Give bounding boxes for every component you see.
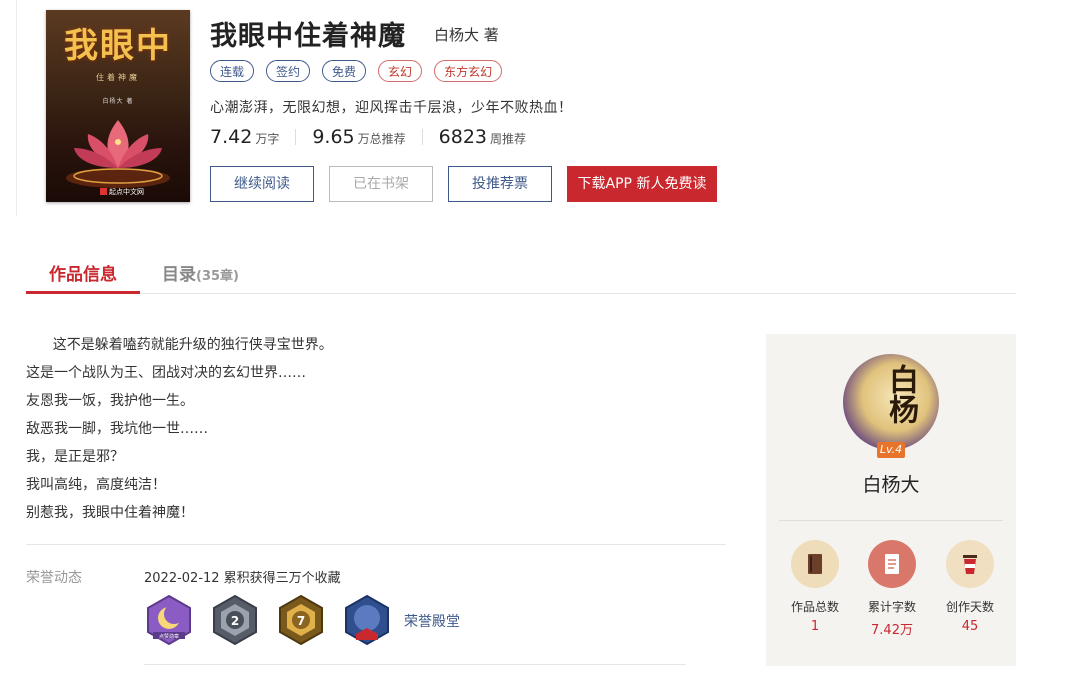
- author-avatar[interactable]: 白杨: [843, 354, 939, 450]
- author-stat-words: 累计字数 7.42万: [852, 540, 932, 638]
- cover-title: 我眼中: [64, 26, 172, 66]
- book-description: 这不是躲着嗑药就能升级的独行侠寻宝世界。 这是一个战队为王、团战对决的玄幻世界……: [26, 331, 726, 527]
- stat-label: 创作天数: [945, 600, 994, 614]
- svg-text:2: 2: [231, 614, 239, 628]
- left-divider: [16, 0, 17, 216]
- tag-signed[interactable]: 签约: [266, 60, 311, 82]
- on-shelf-button[interactable]: 已在书架: [329, 166, 433, 202]
- stat-word-count: 7.42 万字: [210, 126, 279, 148]
- honor-badges: 点赞勋章 2 7: [144, 594, 392, 646]
- svg-text:点赞勋章: 点赞勋章: [159, 633, 179, 640]
- moon-badge-icon[interactable]: 点赞勋章: [144, 594, 194, 646]
- tag-eastern-fantasy[interactable]: 东方玄幻: [434, 60, 503, 82]
- active-tab-indicator: [26, 291, 140, 294]
- book-intro: 心潮澎湃，无限幻想，迎风挥击千层浪，少年不败热血！: [210, 100, 573, 116]
- stat-value: 45: [961, 619, 979, 634]
- author-name[interactable]: 白杨大: [766, 470, 1016, 497]
- stat-value: 9.65: [312, 126, 355, 148]
- description-line: 敌恶我一脚，我坑他一世……: [26, 421, 208, 437]
- tab-toc-label: 目录: [162, 265, 196, 285]
- description-line: 我叫高纯，高度纯洁！: [26, 477, 166, 493]
- cover-subtitle: 住着神魔: [96, 73, 140, 82]
- tag-list: 连载 签约 免费 玄幻 东方玄幻: [210, 60, 503, 82]
- stat-value: 1: [810, 619, 820, 634]
- stat-label: 累计字数: [867, 600, 916, 614]
- rank-7-badge-icon[interactable]: 7: [276, 594, 326, 646]
- tab-toc-count: (35章): [196, 269, 239, 284]
- tag-fantasy[interactable]: 玄幻: [378, 60, 423, 82]
- stat-unit: 周推荐: [490, 132, 527, 146]
- tab-book-info[interactable]: 作品信息: [26, 260, 140, 285]
- stat-total-recommend: 9.65 万总推荐: [312, 126, 405, 148]
- book-icon: [791, 540, 839, 588]
- stat-weekly-recommend: 6823 周推荐: [439, 126, 526, 148]
- author-stat-works: 作品总数 1: [775, 540, 855, 634]
- continue-reading-button[interactable]: 继续阅读: [210, 166, 314, 202]
- description-line: 这不是躲着嗑药就能升级的独行侠寻宝世界。: [26, 337, 333, 353]
- vote-recommend-button[interactable]: 投推荐票: [448, 166, 552, 202]
- section-divider: [26, 544, 726, 545]
- author-stat-days: 创作天数 45: [930, 540, 1010, 634]
- panel-divider: [779, 520, 1003, 521]
- tab-divider: [26, 293, 1016, 294]
- honor-label: 荣誉动态: [26, 570, 82, 586]
- author-link[interactable]: 白杨大 著: [434, 24, 499, 45]
- lotus-illustration: [66, 120, 170, 188]
- author-level-badge: Lv.4: [877, 442, 905, 458]
- tag-serializing[interactable]: 连载: [210, 60, 255, 82]
- document-icon: [868, 540, 916, 588]
- cover-publisher: 起点中文网: [100, 187, 144, 197]
- book-stats: 7.42 万字 9.65 万总推荐 6823 周推荐: [210, 126, 526, 148]
- description-line: 友恩我一饭，我护他一生。: [26, 393, 194, 409]
- book-cover[interactable]: 我眼中 住着神魔 白杨大 著 起点中文网: [46, 10, 190, 202]
- honor-entry: 2022-02-12 累积获得三万个收藏: [144, 571, 341, 586]
- stat-unit: 万总推荐: [357, 132, 406, 146]
- coffee-cup-icon: [946, 540, 994, 588]
- description-line: 我，是正是邪？: [26, 449, 124, 465]
- stat-divider: [295, 129, 297, 145]
- tag-free[interactable]: 免费: [322, 60, 367, 82]
- tab-table-of-contents[interactable]: 目录(35章): [162, 260, 239, 285]
- mascot-badge-icon[interactable]: [342, 594, 392, 646]
- honor-divider: [144, 664, 686, 665]
- description-line: 这是一个战队为王、团战对决的玄幻世界……: [26, 365, 306, 381]
- avatar-text: 白杨: [883, 364, 918, 424]
- stat-value: 7.42万: [871, 623, 913, 638]
- stat-divider: [421, 129, 423, 145]
- honor-hall-link[interactable]: 荣誉殿堂: [404, 611, 460, 631]
- stat-value: 7.42: [210, 126, 253, 148]
- stat-unit: 万字: [255, 132, 280, 146]
- download-app-button[interactable]: 下载APP 新人免费读: [567, 166, 717, 202]
- stat-label: 作品总数: [790, 600, 839, 614]
- rank-2-badge-icon[interactable]: 2: [210, 594, 260, 646]
- stat-value: 6823: [438, 126, 488, 148]
- description-line: 别惹我，我眼中住着神魔！: [26, 505, 194, 521]
- book-title: 我眼中住着神魔: [210, 21, 406, 52]
- svg-text:7: 7: [297, 614, 305, 628]
